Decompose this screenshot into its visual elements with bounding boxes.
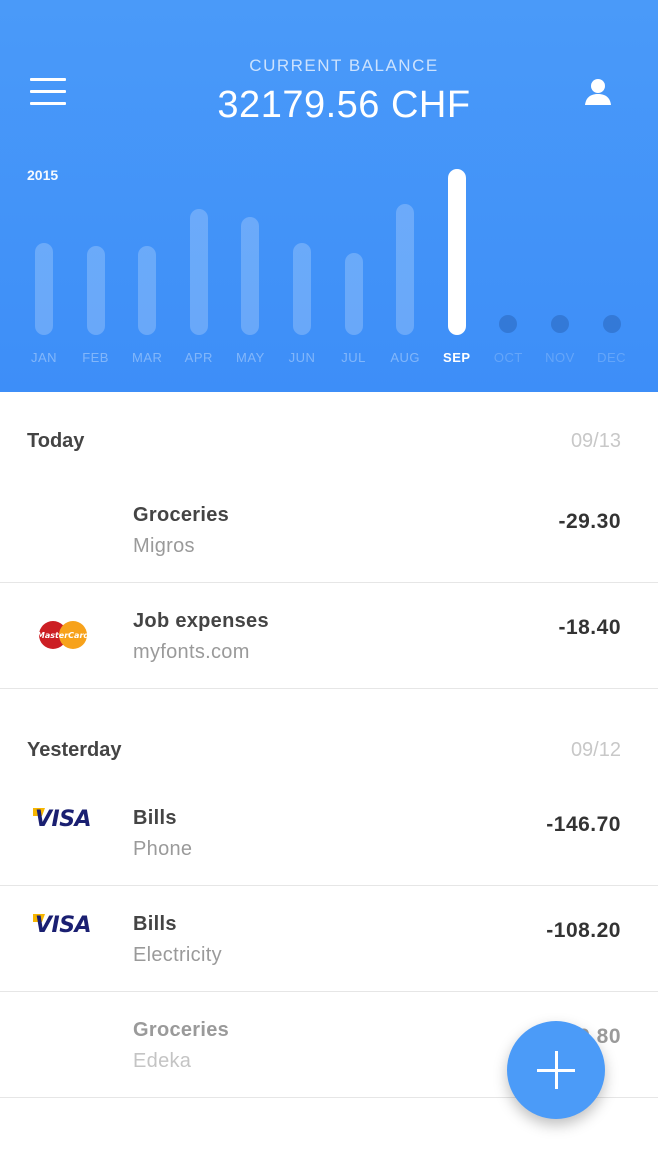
- transaction-amount: -146.70: [546, 813, 621, 836]
- month-label-oct[interactable]: OCT: [483, 350, 533, 365]
- visa-logo-icon: VISA: [33, 807, 92, 837]
- month-label-jan[interactable]: JAN: [19, 350, 69, 365]
- month-label-jun[interactable]: JUN: [277, 350, 327, 365]
- chart-bar-jul[interactable]: [344, 253, 363, 335]
- chart-bar-may[interactable]: [241, 217, 260, 335]
- visa-logo-icon: VISA: [33, 913, 92, 943]
- transaction-subtitle: Electricity: [133, 944, 222, 966]
- chart-bar-jun[interactable]: [293, 243, 311, 335]
- month-label-feb[interactable]: FEB: [71, 350, 121, 365]
- chart-bar-feb[interactable]: [86, 246, 105, 335]
- monthly-spending-chart: JAN FEB MAR APR MAY JUN JUL AUG SEP OCT NOV DEC: [0, 0, 658, 392]
- section-title: Today: [27, 430, 85, 452]
- visa-logo-text: VISA: [35, 913, 92, 938]
- month-label-mar[interactable]: MAR: [122, 350, 172, 365]
- transaction-row[interactable]: MasterCard Job expenses myfonts.com -18.…: [0, 583, 658, 689]
- month-label-apr[interactable]: APR: [174, 350, 224, 365]
- chart-bar-nov[interactable]: [551, 315, 569, 333]
- transaction-subtitle: Migros: [133, 535, 195, 557]
- mastercard-logo-icon: MasterCard: [34, 617, 98, 657]
- transaction-subtitle: Edeka: [133, 1050, 192, 1072]
- transaction-title: Job expenses: [133, 610, 269, 632]
- transaction-row[interactable]: VISA Bills Phone -146.70: [0, 780, 658, 886]
- chart-bar-dec[interactable]: [602, 315, 621, 333]
- transaction-subtitle: Phone: [133, 838, 193, 860]
- month-label-sep[interactable]: SEP: [432, 350, 482, 365]
- section-header-today: Today 09/13: [0, 430, 658, 470]
- section-header-yesterday: Yesterday 09/12: [0, 739, 658, 779]
- section-date: 09/13: [570, 430, 621, 452]
- transaction-title: Bills: [133, 807, 177, 829]
- transaction-title: Bills: [133, 913, 177, 935]
- mastercard-logo-text: MasterCard: [37, 631, 90, 640]
- balance-header: CURRENT BALANCE 32179.56 CHF 2015 JAN FEB…: [0, 0, 658, 392]
- chart-bar-apr[interactable]: [189, 209, 208, 335]
- transaction-row[interactable]: Groceries Migros -29.30: [0, 477, 658, 583]
- chart-bar-oct[interactable]: [499, 315, 518, 333]
- transaction-amount: -108.20: [546, 919, 621, 942]
- month-label-dec[interactable]: DEC: [587, 350, 637, 365]
- transaction-title: Groceries: [133, 504, 230, 526]
- chart-bar-aug[interactable]: [396, 204, 415, 335]
- add-transaction-button[interactable]: [507, 1021, 605, 1119]
- visa-logo-text: VISA: [35, 807, 92, 832]
- chart-bar-sep[interactable]: [447, 169, 466, 335]
- transaction-amount: -18.40: [558, 616, 621, 639]
- chart-bar-mar[interactable]: [138, 246, 157, 335]
- transaction-amount: -29.30: [558, 510, 621, 533]
- transaction-subtitle: myfonts.com: [133, 641, 250, 663]
- month-label-jul[interactable]: JUL: [329, 350, 379, 365]
- transaction-title: Groceries: [133, 1019, 230, 1041]
- month-label-may[interactable]: MAY: [225, 350, 275, 365]
- transaction-row[interactable]: VISA Bills Electricity -108.20: [0, 886, 658, 992]
- section-date: 09/12: [570, 739, 621, 761]
- month-label-nov[interactable]: NOV: [535, 350, 585, 365]
- month-label-aug[interactable]: AUG: [380, 350, 430, 365]
- section-title: Yesterday: [27, 739, 122, 761]
- chart-bar-jan[interactable]: [35, 243, 53, 335]
